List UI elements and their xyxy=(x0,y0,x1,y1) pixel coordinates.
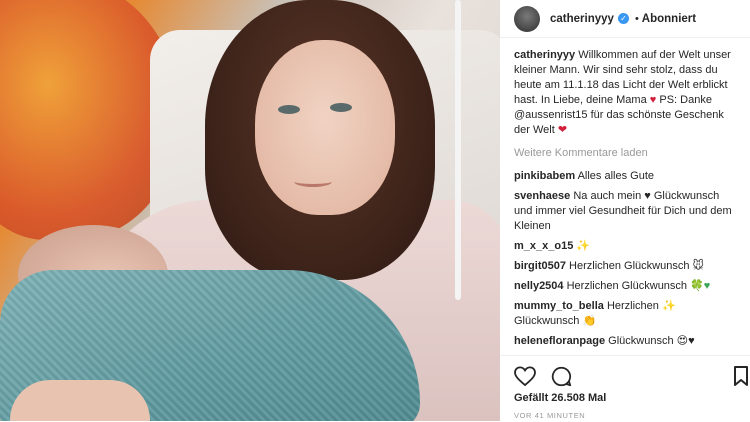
separator-dot: • xyxy=(634,12,639,25)
clover-heart-icon: 🍀♥ xyxy=(690,280,711,292)
comment-text: Na auch mein xyxy=(573,190,642,202)
comment-list: catherinyyy Willkommen auf der Welt unse… xyxy=(514,48,740,354)
list-item: nelly2504 Herzlichen Glückwunsch 🍀♥ xyxy=(514,279,740,294)
list-item: pinkibabem Alles alles Gute xyxy=(514,169,740,184)
black-heart-icon: ♥ xyxy=(644,190,651,202)
comment-text: Glückwunsch 😍♥ xyxy=(608,335,695,347)
list-item: helenefloranpage Glückwunsch 😍♥ xyxy=(514,334,740,349)
iv-cable xyxy=(455,0,461,300)
sparkle-icon: ✨ xyxy=(576,240,591,252)
comment-username[interactable]: pinkibabem xyxy=(514,170,575,182)
load-more-comments-link[interactable]: Weitere Kommentare laden xyxy=(514,146,740,161)
post-photo[interactable] xyxy=(0,0,500,421)
red-heart-icon: ♥ xyxy=(649,94,657,106)
comment-bubble-icon[interactable] xyxy=(550,365,572,387)
post-sidebar: catherinyyy ✓ • Abonniert catherinyyy Wi… xyxy=(500,0,750,421)
post-actions: Gefällt 26.508 Mal VOR 41 MINUTEN xyxy=(500,355,750,422)
comment-username[interactable]: m_x_x_o15 xyxy=(514,240,573,252)
comment-text: Herzlichen Glückwunsch 🐭 xyxy=(569,260,704,272)
post-header: catherinyyy ✓ • Abonniert xyxy=(500,0,750,38)
bookmark-icon[interactable] xyxy=(734,366,748,386)
comment-username[interactable]: svenhaese xyxy=(514,190,570,202)
list-item: m_x_x_o15 ✨ xyxy=(514,239,740,254)
left-eye xyxy=(278,105,300,114)
comment-username[interactable]: birgit0507 xyxy=(514,260,566,272)
caption-username[interactable]: catherinyyy xyxy=(514,49,575,61)
caption: catherinyyy Willkommen auf der Welt unse… xyxy=(514,48,740,138)
likes-count[interactable]: Gefällt 26.508 Mal xyxy=(514,392,606,404)
mother-face xyxy=(255,40,395,215)
list-item: mummy_to_bella Herzlichen ✨ Glückwunsch … xyxy=(514,299,740,329)
comment-username[interactable]: helenefloranpage xyxy=(514,335,605,347)
follow-status-button[interactable]: Abonniert xyxy=(642,13,696,25)
action-icons xyxy=(514,365,572,387)
verified-badge-icon: ✓ xyxy=(617,13,629,24)
heart-emoji-icon: ❤ xyxy=(557,124,568,136)
comment-text: Herzlichen Glückwunsch xyxy=(566,280,688,292)
post-timestamp: VOR 41 MINUTEN xyxy=(514,411,586,420)
heart-outline-icon[interactable] xyxy=(514,365,536,387)
mother-hand xyxy=(10,380,150,421)
header-username[interactable]: catherinyyy xyxy=(550,13,614,25)
comment-username[interactable]: mummy_to_bella xyxy=(514,300,604,312)
list-item: birgit0507 Herzlichen Glückwunsch 🐭 xyxy=(514,259,740,274)
list-item: svenhaese Na auch mein ♥ Glückwunsch und… xyxy=(514,189,740,234)
comment-text: Alles alles Gute xyxy=(577,170,655,182)
right-eye xyxy=(330,103,352,112)
avatar[interactable] xyxy=(514,5,540,32)
comment-username[interactable]: nelly2504 xyxy=(514,280,564,292)
mother-smile xyxy=(294,176,332,187)
